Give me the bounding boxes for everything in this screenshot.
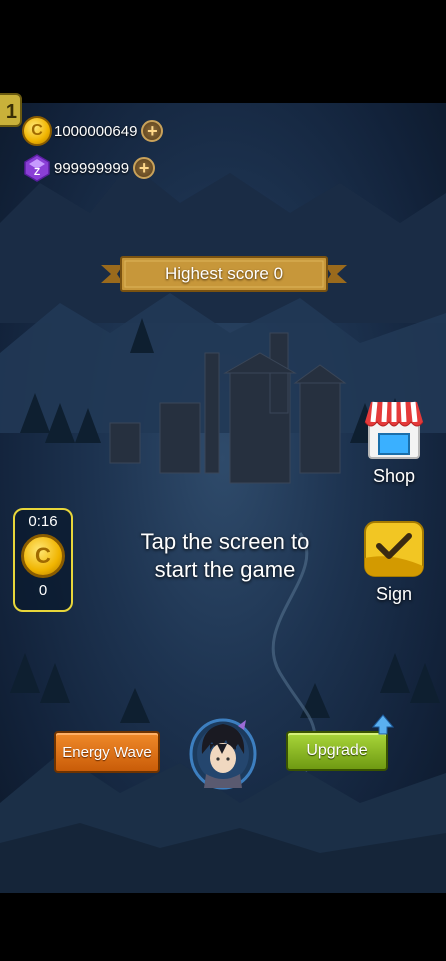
top-letterbox [0,0,446,103]
start-prompt-line2: start the game [154,557,296,582]
shop-label: Shop [372,466,416,486]
timer-coin-icon: C [21,534,65,578]
sign-label: Sign [375,584,413,604]
coin-amount: 1000000649 [54,122,138,140]
character-avatar[interactable] [188,714,258,790]
sign-button[interactable]: Sign [358,518,430,605]
coin-counter: C 1000000649 + [22,116,164,146]
gem-icon: Z [22,153,52,183]
highest-score-banner: Highest score 0 [101,255,347,293]
add-coins-button[interactable]: + [141,120,164,142]
ninja-avatar-icon [189,718,257,790]
upgrade-arrow-icon [372,714,394,735]
shop-stall-icon [364,401,424,459]
start-prompt: Tap the screen to start the game [100,528,350,584]
energy-wave-button[interactable]: Energy Wave [54,731,160,773]
gem-counter: Z 999999999 + [22,153,156,183]
start-prompt-line1: Tap the screen to [140,529,310,554]
checkmark-icon [364,521,424,577]
shop-button[interactable]: Shop [358,396,430,487]
bottom-letterbox [0,893,446,961]
add-gems-button[interactable]: + [133,157,156,179]
svg-text:Z: Z [34,167,40,178]
gem-amount: 999999999 [54,159,130,177]
highest-score-label: Highest score 0 [164,264,284,283]
corner-badge[interactable]: 1 [0,93,22,127]
coin-icon: C [22,116,52,146]
timer-time: 0:16 [28,513,58,530]
coin-timer-box[interactable]: 0:16 C 0 [13,508,73,612]
timer-count: 0 [38,582,48,599]
upgrade-button[interactable]: Upgrade [286,731,388,771]
